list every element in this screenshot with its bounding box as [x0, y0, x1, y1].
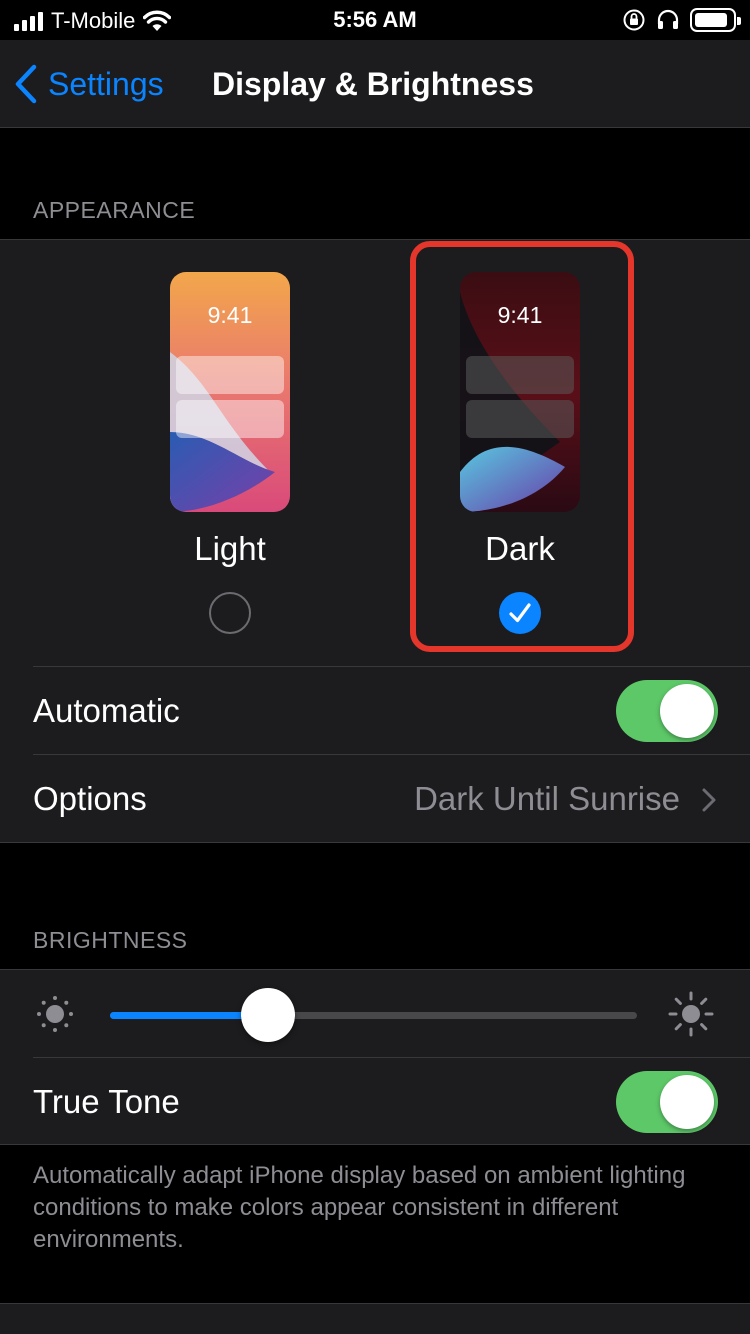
- brightness-slider[interactable]: [110, 988, 637, 1042]
- chevron-left-icon: [15, 64, 37, 104]
- light-option-label: Light: [194, 530, 266, 567]
- appearance-section-header: APPEARANCE: [33, 197, 196, 223]
- brightness-slider-row: [0, 970, 750, 1058]
- battery-icon: [690, 8, 741, 32]
- sun-high-icon: [668, 991, 714, 1037]
- back-button[interactable]: Settings: [14, 62, 164, 106]
- brightness-section-header: BRIGHTNESS: [33, 927, 188, 953]
- dark-mode-preview: 9:41: [460, 272, 580, 512]
- dark-preview-notification-2: [466, 400, 574, 438]
- dark-option-label: Dark: [485, 530, 555, 567]
- headphones-icon: [657, 9, 679, 29]
- back-label: Settings: [48, 65, 164, 102]
- automatic-row: Automatic: [0, 667, 750, 755]
- status-bar-right: [622, 7, 741, 33]
- appearance-option-dark[interactable]: 9:41 Dark: [430, 272, 610, 662]
- light-preview-notification-2: [176, 400, 284, 438]
- automatic-toggle[interactable]: [616, 680, 718, 742]
- sun-low-icon: [37, 996, 73, 1032]
- options-value: Dark Until Sunrise: [414, 780, 680, 817]
- dark-radio-button-selected[interactable]: [499, 592, 541, 634]
- chevron-right-icon: [702, 788, 716, 812]
- next-group-edge: [0, 1304, 750, 1334]
- toggle-knob: [660, 1075, 714, 1129]
- page-title: Display & Brightness: [212, 66, 534, 102]
- battery-level-fill: [695, 13, 728, 27]
- appearance-group: 9:41 Light 9:41 Dark Automatic Options D…: [0, 239, 750, 843]
- light-mode-preview: 9:41: [170, 272, 290, 512]
- light-preview-time: 9:41: [207, 302, 253, 328]
- checkmark-icon: [509, 603, 531, 623]
- brightness-slider-thumb[interactable]: [241, 988, 295, 1042]
- battery-cap: [737, 17, 741, 25]
- true-tone-toggle[interactable]: [616, 1071, 718, 1133]
- settings-screen: T-Mobile 5:56 AM Settings Display & Brig…: [0, 0, 750, 1334]
- options-label: Options: [33, 780, 147, 817]
- options-row[interactable]: Options Dark Until Sunrise: [0, 755, 750, 843]
- dark-preview-time: 9:41: [497, 302, 543, 328]
- brightness-group: True Tone: [0, 969, 750, 1145]
- navigation-bar: Settings Display & Brightness: [0, 40, 750, 128]
- orientation-lock-icon: [623, 9, 645, 31]
- dark-preview-notification-1: [466, 356, 574, 394]
- status-bar: T-Mobile 5:56 AM: [0, 0, 750, 40]
- appearance-option-light[interactable]: 9:41 Light: [140, 272, 320, 662]
- true-tone-row: True Tone: [0, 1058, 750, 1146]
- automatic-label: Automatic: [33, 692, 180, 729]
- light-radio-button[interactable]: [209, 592, 251, 634]
- true-tone-footer: Automatically adapt iPhone display based…: [33, 1162, 686, 1253]
- true-tone-label: True Tone: [33, 1083, 180, 1120]
- light-preview-notification-1: [176, 356, 284, 394]
- toggle-knob: [660, 684, 714, 738]
